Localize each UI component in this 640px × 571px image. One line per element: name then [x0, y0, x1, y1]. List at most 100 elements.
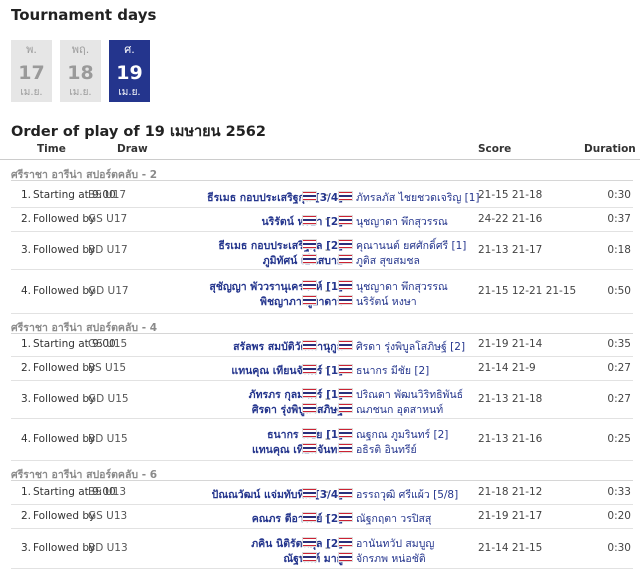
player-team2[interactable]: นุชญาดา พึกสุวรรณ [356, 213, 448, 230]
versus-separator: - [325, 285, 329, 297]
day-tab-17[interactable]: พ. 17 เม.ย. [11, 40, 52, 102]
match-row[interactable]: 2. Followed by GS U13 คณภร ตีอารมย์ [2] - ณัฐ… [11, 505, 633, 529]
match-score: 21-14 21-15 [478, 542, 543, 554]
player-team1[interactable]: แทนคุณ เทียนจันทร์ [252, 441, 343, 458]
match-draw[interactable]: GD U15 [88, 393, 129, 405]
match-number: 3. [21, 542, 32, 554]
match-number: 3. [21, 244, 32, 256]
match-row[interactable]: 2.Followed byGS U17นริรัตน์ หงษา [2]-นุช… [11, 208, 633, 232]
match-score: 21-14 21-9 [478, 362, 536, 374]
player-team2[interactable]: อธิรติ อินทรีย์ [356, 441, 417, 458]
thailand-flag-icon [302, 295, 317, 305]
col-duration: Duration [584, 143, 636, 155]
match-score: 21-15 12-21 21-15 [478, 285, 577, 297]
match-row[interactable]: 1. Starting at 9:00 BS U17 ธีรเมธ กอบประเสร… [11, 184, 633, 208]
match-duration: 0:33 [607, 486, 631, 498]
match-row[interactable]: 1. Starting at 9:00 BS U13 ปัณณวัฒน์ แจ่มทั… [11, 481, 633, 505]
player-team1[interactable]: คณภร ตีอารมย์ [2] [252, 510, 343, 527]
player-team1[interactable]: ศิรดา รุ่งพิบูลโสภิษฐ์ [252, 401, 343, 418]
thailand-flag-icon [338, 295, 353, 305]
thailand-flag-icon [302, 488, 317, 498]
player-team1[interactable]: ปัณณวัฒน์ แจ่มทับทิม [3/4] [212, 486, 343, 503]
match-draw[interactable]: BS U17 [88, 189, 126, 201]
versus-separator: - [325, 244, 329, 256]
day-tab-19[interactable]: ศ. 19 เม.ย. [109, 40, 150, 102]
match-draw[interactable]: BD U15 [88, 433, 128, 445]
match-duration: 0:25 [607, 433, 631, 445]
match-duration: 0:18 [607, 244, 631, 256]
thailand-flag-icon [338, 428, 353, 438]
day-number: 19 [116, 62, 143, 84]
player-team2[interactable]: ณภชนก อุตสาหนท์ [356, 401, 443, 418]
thailand-flag-icon [338, 488, 353, 498]
day-tab-18[interactable]: พฤ. 18 เม.ย. [60, 40, 101, 102]
day-month: เม.ย. [69, 87, 92, 98]
match-draw[interactable]: GS U15 [88, 338, 127, 350]
thailand-flag-icon [338, 388, 353, 398]
versus-separator: - [325, 433, 329, 445]
day-number: 18 [67, 62, 94, 84]
thailand-flag-icon [302, 239, 317, 249]
thailand-flag-icon [338, 512, 353, 522]
player-team2[interactable]: ธนากร มีชัย [2] [356, 362, 429, 379]
player-team2[interactable]: ณัฐกฤตา วรปิสสุ [356, 510, 431, 527]
versus-separator: - [325, 213, 329, 225]
match-draw[interactable]: GD U17 [88, 285, 129, 297]
thailand-flag-icon [338, 537, 353, 547]
match-time: Followed by [33, 433, 96, 445]
match-duration: 0:30 [607, 189, 631, 201]
thailand-flag-icon [302, 191, 317, 201]
match-row[interactable]: 1. Starting at 9:00 GS U15 สรัลพร สมบัติวัฒ… [11, 333, 633, 357]
match-row[interactable]: 2. Followed by BS U15 แทนคุณ เทียนจันทร์ [1… [11, 357, 633, 381]
court-group-header: ศรีราชา อารีน่า สปอร์ตคลับ - 4 [11, 315, 633, 334]
match-draw[interactable]: GS U17 [88, 213, 127, 225]
match-draw[interactable]: BS U13 [88, 486, 126, 498]
player-team2[interactable]: นริรัตน์ หงษา [356, 293, 417, 310]
match-row[interactable]: 3. Followed by GD U15 ภัทรภร กุลมาตร์ [1] ศิ… [11, 381, 633, 419]
match-number: 1. [21, 338, 32, 350]
thailand-flag-icon [302, 364, 317, 374]
match-row[interactable]: 4.Followed byBD U15ธนากร มีชัย [1]แทนคุณ… [11, 419, 633, 461]
match-score: 21-19 21-14 [478, 338, 543, 350]
match-duration: 0:50 [607, 285, 631, 297]
match-row[interactable]: 3. Followed by BD U17 ธีรเมธ กอบประเสริฐกุล… [11, 232, 633, 270]
player-team2[interactable]: จักรภพ หน่อชัติ [356, 550, 426, 567]
match-row[interactable]: 4. Followed by GD U17 สุชัญญา พัววรานุเคราะ… [11, 270, 633, 314]
match-score: 24-22 21-16 [478, 213, 543, 225]
match-time: Followed by [33, 244, 96, 256]
thailand-flag-icon [302, 443, 317, 453]
player-team1[interactable]: ธีรเมธ กอบประเสริฐกุล [3/4] [207, 189, 343, 206]
match-draw[interactable]: BD U13 [88, 542, 128, 554]
match-draw[interactable]: GS U13 [88, 510, 127, 522]
match-time: Followed by [33, 213, 96, 225]
versus-separator: - [325, 510, 329, 522]
match-score: 21-15 21-18 [478, 189, 543, 201]
match-time: Followed by [33, 362, 96, 374]
tournament-days-title: Tournament days [11, 6, 157, 24]
day-month: เม.ย. [20, 87, 43, 98]
table-header: Time Draw Score Duration [0, 142, 640, 160]
match-draw[interactable]: BS U15 [88, 362, 126, 374]
court-group-header: ศรีราชา อารีน่า สปอร์ตคลับ - 2 [11, 162, 633, 181]
player-team2[interactable]: ศิรดา รุ่งพิบูลโสภิษฐ์ [2] [356, 338, 465, 355]
versus-separator: - [325, 189, 329, 201]
thailand-flag-icon [302, 537, 317, 547]
thailand-flag-icon [302, 254, 317, 264]
thailand-flag-icon [302, 340, 317, 350]
col-score: Score [478, 143, 512, 155]
thailand-flag-icon [338, 215, 353, 225]
player-team2[interactable]: ภูติส สุขสมชล [356, 252, 420, 269]
match-draw[interactable]: BD U17 [88, 244, 128, 256]
player-team2[interactable]: อรรถวุฒิ ศรีแผ้ว [5/8] [356, 486, 458, 503]
match-duration: 0:30 [607, 542, 631, 554]
match-number: 4. [21, 433, 32, 445]
versus-separator: - [325, 542, 329, 554]
match-row[interactable]: 3. Followed by BD U13 ภคิน นิติรัตนกุล [2] ณ… [11, 529, 633, 569]
thailand-flag-icon [338, 364, 353, 374]
thailand-flag-icon [338, 443, 353, 453]
thailand-flag-icon [302, 428, 317, 438]
thailand-flag-icon [302, 280, 317, 290]
thailand-flag-icon [302, 512, 317, 522]
day-weekday: ศ. [124, 43, 135, 56]
player-team2[interactable]: ภัทรลภัส ไชยชวดเจริญ [1] [356, 189, 480, 206]
